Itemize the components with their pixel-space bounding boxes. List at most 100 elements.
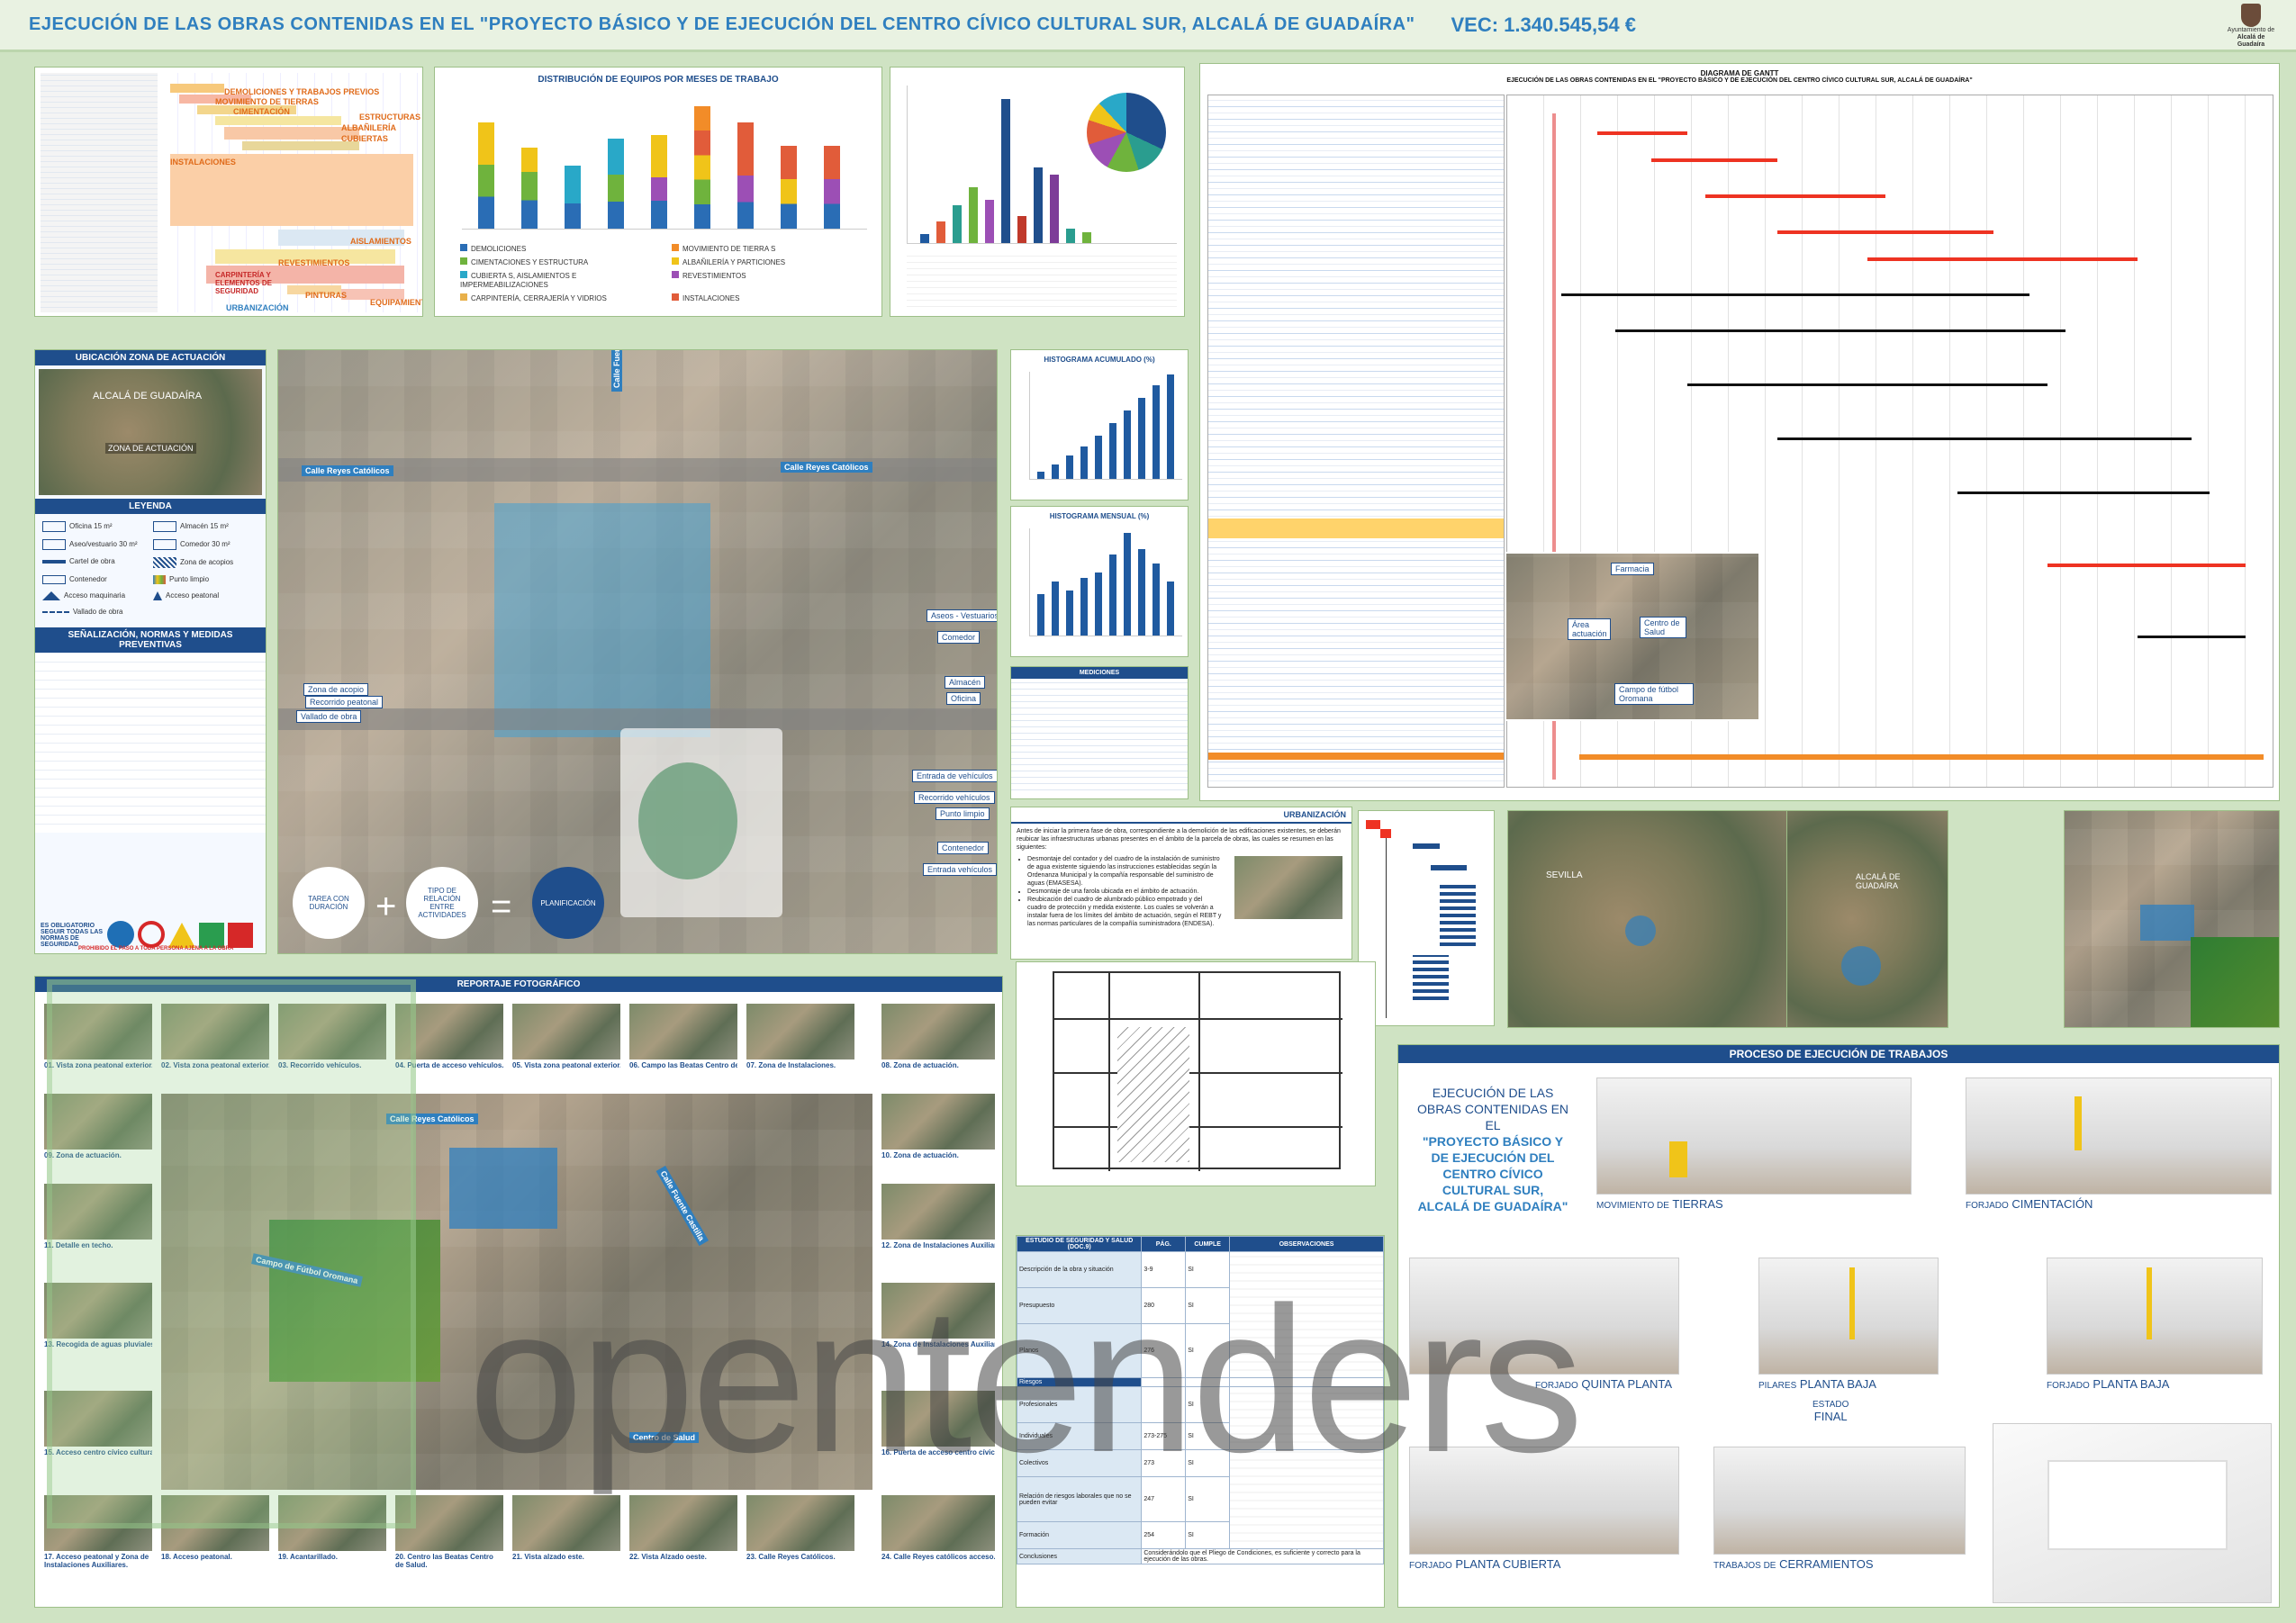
reportaje-panel: REPORTAJE FOTOGRÁFICO 01. Vista zona pea… <box>34 976 1003 1608</box>
map-label-centro-salud: Centro de Salud <box>1640 617 1686 638</box>
tag-punto-limpio: Punto limpio <box>936 807 990 820</box>
distribution-legend <box>907 253 1177 312</box>
map-sevilla-panel: SEVILLA <box>1507 810 1794 1028</box>
leyenda-grid: Oficina 15 m² Almacén 15 m² Aseo/vestuar… <box>35 514 266 624</box>
ubicacion-title: UBICACIÓN ZONA DE ACTUACIÓN <box>35 350 266 365</box>
shield-icon <box>2241 4 2261 27</box>
equipos-chart-plot <box>462 104 867 230</box>
equipos-chart-title: DISTRIBUCIÓN DE EQUIPOS POR MESES DE TRA… <box>538 75 779 85</box>
tag-recorrido-vehiculos: Recorrido vehículos <box>914 791 995 804</box>
reportaje-zone <box>449 1148 557 1229</box>
phase-revestimientos: REVESTIMIENTOS <box>278 258 350 267</box>
photo-01: 01. Vista zona peatonal exterior. <box>44 1004 152 1069</box>
legend-item: DEMOLICIONES <box>460 244 663 254</box>
obligatorio-text: ES OBLIGATORIO SEGUIR TODAS LAS NORMAS D… <box>41 923 104 948</box>
street-label-2: Calle Reyes Católicos <box>781 462 872 473</box>
leyenda-item: Cartel de obra <box>42 557 148 568</box>
row-name: Formación <box>1017 1521 1143 1549</box>
distribution-chart-panel <box>890 67 1185 317</box>
phase-equipamiento: EQUIPAMIENTO <box>370 298 422 307</box>
estudio-table: ESTUDIO DE SEGURIDAD Y SALUD (DOC.9) PÁG… <box>1017 1236 1384 1564</box>
tag-vallado: Vallado de obra <box>296 710 362 723</box>
map-alcala-label: ALCALÁ DE GUADAÍRA <box>1856 872 1901 890</box>
photo-09: 09. Zona de actuación. <box>44 1094 152 1159</box>
legend-item: REVESTIMIENTOS <box>672 271 874 290</box>
histograma-acumulado-title: HISTOGRAMA ACUMULADO (%) <box>1044 356 1155 364</box>
urbanizacion-item: Reubicación del cuadro de alumbrado públ… <box>1027 896 1222 928</box>
phase-urbanizacion: URBANIZACIÓN <box>226 303 289 312</box>
photo-02: 02. Vista zona peatonal exterior. <box>161 1004 269 1069</box>
tag-aseos: Aseos - Vestuarios <box>927 609 997 622</box>
warning-icon <box>168 923 195 948</box>
actuation-zone <box>494 503 710 737</box>
leyenda-item: Aseo/vestuario 30 m² <box>42 539 148 550</box>
row-name: Individuales <box>1017 1422 1143 1450</box>
row-name: Presupuesto <box>1017 1287 1143 1324</box>
leyenda-item: Zona de acopios <box>153 557 258 568</box>
histograma-mensual-panel: HISTOGRAMA MENSUAL (%) <box>1010 506 1189 657</box>
flow-circle-c: PLANIFICACIÓN <box>532 867 604 939</box>
row-name: Planos <box>1017 1323 1143 1378</box>
stage-4: FORJADO PLANTA BAJA <box>2047 1258 2263 1391</box>
stage-final-image <box>1993 1423 2272 1603</box>
leyenda-item: Almacén 15 m² <box>153 521 258 532</box>
map-sevilla-label: SEVILLA <box>1546 870 1583 880</box>
ubicacion-map-label2: ZONA DE ACTUACIÓN <box>105 443 196 454</box>
legend-item: CARPINTERÍA, CERRAJERÍA Y VIDRIOS <box>460 293 663 303</box>
col-pag: PÁG. <box>1141 1236 1187 1252</box>
gantt-big-panel: DIAGRAMA DE GANTT EJECUCIÓN DE LAS OBRAS… <box>1199 63 2280 801</box>
stage-8: TRABAJOS DE CERRAMIENTOS <box>1713 1447 1966 1571</box>
gantt-summary-panel: DEMOLICIONES Y TRABAJOS PREVIOS MOVIMIEN… <box>34 67 423 317</box>
row-name: Relación de riesgos laborales que no se … <box>1017 1476 1143 1522</box>
reportaje-street-1: Calle Reyes Católicos <box>386 1114 478 1124</box>
map-alcala-panel: ALCALÁ DE GUADAÍRA <box>1786 810 1948 1028</box>
reportaje-title: REPORTAJE FOTOGRÁFICO <box>35 977 1002 992</box>
row-name: Profesionales <box>1017 1386 1143 1423</box>
logo-line2: Alcalá de Guadaíra <box>2237 34 2265 48</box>
senalizacion-signs: ES OBLIGATORIO SEGUIR TODAS LAS NORMAS D… <box>41 883 260 948</box>
stage-2: FORJADO CIMENTACIÓN <box>1966 1077 2272 1211</box>
urbanizacion-photo <box>1234 856 1342 919</box>
gantt-summary-table <box>41 73 158 312</box>
bar-mes6 <box>694 106 710 229</box>
photo-20: 20. Centro las Beatas Centro de Salud. <box>395 1495 503 1573</box>
mediciones-title: MEDICIONES <box>1011 667 1188 679</box>
col-estudio: ESTUDIO DE SEGURIDAD Y SALUD (DOC.9) <box>1017 1236 1143 1252</box>
proceso-title: PROCESO DE EJECUCIÓN DE TRABAJOS <box>1398 1045 2279 1063</box>
first-aid-icon <box>199 923 224 948</box>
histograma-acumulado-panel: HISTOGRAMA ACUMULADO (%) <box>1010 349 1189 500</box>
photo-07: 07. Zona de Instalaciones. <box>746 1004 854 1069</box>
bar-mes5 <box>651 135 667 229</box>
legend-item: ALBAÑILERÍA Y PARTICIONES <box>672 257 874 267</box>
bar-mes2 <box>521 148 538 229</box>
stage-5: FORJADO QUINTA PLANTA <box>1409 1258 1679 1391</box>
phase-instalaciones: INSTALACIONES <box>170 158 236 167</box>
row-name: Riesgos <box>1017 1377 1143 1387</box>
detail-marker <box>2140 905 2194 941</box>
proceso-intro-a: EJECUCIÓN DE LAS OBRAS CONTENIDAS EN EL <box>1416 1086 1569 1132</box>
col-observaciones: OBSERVACIONES <box>1229 1236 1384 1252</box>
photo-05: 05. Vista zona peatonal exterior. <box>512 1004 620 1069</box>
col-cumple: CUMPLE <box>1185 1236 1231 1252</box>
tag-zona-acopio: Zona de acopio <box>303 683 369 696</box>
urbanizacion-item: Desmontaje de una farola ubicada en el á… <box>1027 888 1222 896</box>
gantt-task-table <box>1207 95 1505 788</box>
photo-18: 18. Acceso peatonal. <box>161 1495 269 1561</box>
legend-item: CIMENTACIONES Y ESTRUCTURA <box>460 257 663 267</box>
street-label-3: Calle Fuente Castilla <box>611 350 622 392</box>
stage-6-caption: ESTADO FINAL <box>1812 1400 1849 1423</box>
leyenda-item: Comedor 30 m² <box>153 539 258 550</box>
photo-06: 06. Campo las Beatas Centro de Salud. <box>629 1004 737 1069</box>
proceso-intro-b: "PROYECTO BÁSICO Y DE EJECUCIÓN DEL CENT… <box>1417 1134 1568 1213</box>
senalizacion-title: SEÑALIZACIÓN, NORMAS Y MEDIDAS PREVENTIV… <box>35 627 266 654</box>
gantt-big-title: DIAGRAMA DE GANTT <box>1700 69 1779 77</box>
phase-cubiertas: CUBIERTAS <box>341 134 388 143</box>
photo-21: 21. Vista alzado este. <box>512 1495 620 1561</box>
leyenda-item: Contenedor <box>42 575 148 584</box>
site-plan-panel: Calle Reyes Católicos Calle Reyes Católi… <box>277 349 998 954</box>
estudio-panel: ESTUDIO DE SEGURIDAD Y SALUD (DOC.9) PÁG… <box>1016 1235 1385 1608</box>
bar-mes7 <box>737 122 754 229</box>
flow-circle-a: TAREA CON DURACIÓN <box>293 867 365 939</box>
legend-item: INSTALACIONES <box>672 293 874 303</box>
leyenda-item: Acceso peatonal <box>153 591 258 601</box>
